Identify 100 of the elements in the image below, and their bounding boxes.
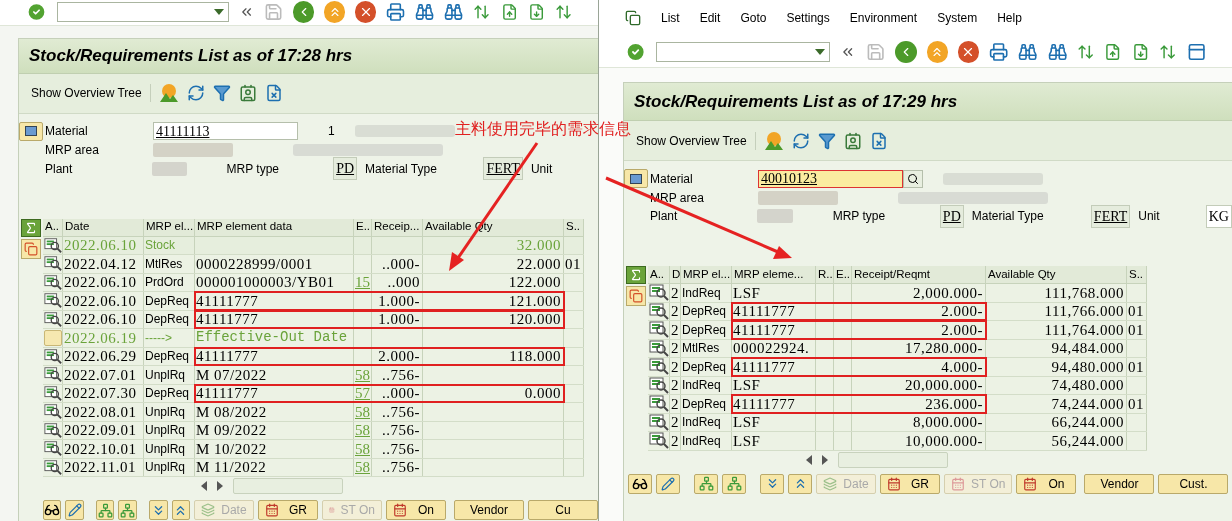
next-page-icon[interactable] bbox=[527, 3, 545, 22]
column-header[interactable]: Date bbox=[65, 218, 90, 236]
next-page-icon[interactable] bbox=[1131, 42, 1150, 61]
scrollbar-thumb[interactable] bbox=[838, 451, 948, 468]
details-icon[interactable] bbox=[44, 310, 62, 328]
details-icon[interactable] bbox=[44, 458, 62, 476]
hierarchy-up-icon[interactable] bbox=[694, 473, 718, 494]
details-icon[interactable] bbox=[44, 292, 62, 310]
details-icon[interactable] bbox=[44, 366, 62, 384]
details-icon[interactable] bbox=[649, 339, 669, 357]
details-icon[interactable] bbox=[649, 432, 669, 450]
select-icon[interactable] bbox=[624, 169, 648, 188]
document-icon[interactable] bbox=[264, 84, 283, 102]
new-session-icon[interactable] bbox=[1186, 41, 1206, 62]
details-icon[interactable] bbox=[649, 302, 669, 320]
glasses-icon[interactable] bbox=[628, 473, 652, 494]
document-icon[interactable] bbox=[869, 131, 888, 150]
menu-item[interactable]: Edit bbox=[699, 9, 721, 27]
glasses-icon[interactable] bbox=[43, 500, 62, 520]
hierarchy-up-icon[interactable] bbox=[96, 500, 115, 520]
column-header[interactable]: MRP el... bbox=[146, 218, 194, 236]
collapse-all-icon[interactable] bbox=[760, 473, 784, 494]
print-icon[interactable] bbox=[989, 41, 1009, 62]
column-header[interactable]: Receip... bbox=[374, 218, 420, 236]
material-field[interactable]: 41111113 bbox=[153, 122, 298, 140]
filter-icon[interactable] bbox=[817, 131, 836, 150]
pencil-icon[interactable] bbox=[65, 500, 84, 520]
column-header[interactable]: A.. bbox=[650, 265, 665, 284]
command-field[interactable] bbox=[57, 2, 229, 23]
sigma-icon[interactable] bbox=[626, 266, 646, 284]
toolbar-button[interactable]: Cust. bbox=[1158, 473, 1229, 494]
column-header[interactable]: MRP element data bbox=[197, 218, 293, 236]
contact-icon[interactable] bbox=[238, 84, 257, 102]
material-field[interactable]: 40010123 bbox=[758, 169, 903, 188]
refresh-icon[interactable] bbox=[186, 84, 205, 102]
pencil-icon[interactable] bbox=[656, 473, 680, 494]
details-icon[interactable] bbox=[649, 395, 669, 413]
scroll-left-icon[interactable] bbox=[806, 454, 812, 465]
collapse-all-icon[interactable] bbox=[149, 500, 168, 520]
column-header[interactable]: S.. bbox=[566, 218, 581, 236]
details-icon[interactable] bbox=[649, 413, 669, 431]
toolbar-button[interactable]: Vendor bbox=[453, 500, 524, 520]
column-header[interactable]: E.. bbox=[836, 265, 851, 284]
column-header[interactable]: MRP el... bbox=[683, 265, 731, 284]
marker-icon[interactable] bbox=[44, 329, 62, 346]
details-icon[interactable] bbox=[44, 347, 62, 365]
find-next-icon[interactable] bbox=[444, 2, 464, 23]
overview-tree-button[interactable]: Show Overview Tree bbox=[636, 131, 756, 150]
details-icon[interactable] bbox=[44, 236, 62, 254]
details-icon[interactable] bbox=[649, 284, 669, 302]
expand-all-icon[interactable] bbox=[171, 500, 190, 520]
back-icon[interactable] bbox=[895, 40, 917, 63]
graphic-icon[interactable] bbox=[158, 83, 179, 103]
filter-icon[interactable] bbox=[212, 84, 231, 102]
command-field[interactable] bbox=[656, 41, 831, 62]
details-icon[interactable] bbox=[649, 376, 669, 394]
menu-item[interactable]: Goto bbox=[740, 9, 767, 27]
scroll-right-icon[interactable] bbox=[217, 481, 223, 491]
scroll-left-icon[interactable] bbox=[201, 481, 207, 491]
previous-page-icon[interactable] bbox=[1104, 42, 1122, 61]
toolbar-button[interactable]: GR bbox=[257, 500, 318, 520]
details-icon[interactable] bbox=[44, 421, 62, 439]
column-header[interactable]: Available Qty bbox=[988, 265, 1056, 284]
hierarchy-down-icon[interactable] bbox=[118, 500, 137, 520]
sigma-icon[interactable] bbox=[21, 218, 41, 237]
details-icon[interactable] bbox=[44, 440, 62, 458]
back-icon[interactable] bbox=[293, 1, 315, 24]
overview-tree-button[interactable]: Show Overview Tree bbox=[31, 84, 151, 102]
menu-item[interactable]: List bbox=[661, 9, 680, 27]
details-icon[interactable] bbox=[44, 403, 62, 421]
scroll-right-icon[interactable] bbox=[822, 454, 828, 465]
toolbar-button[interactable]: On bbox=[1016, 473, 1077, 494]
toolbar-button[interactable]: On bbox=[385, 500, 446, 520]
details-icon[interactable] bbox=[44, 384, 62, 402]
toolbar-button[interactable]: Vendor bbox=[1084, 473, 1155, 494]
toolbar-button[interactable]: GR bbox=[880, 473, 940, 494]
menu-item[interactable]: Environment bbox=[849, 9, 918, 27]
toolbar-button[interactable]: Cu bbox=[527, 500, 598, 520]
graphic-icon[interactable] bbox=[763, 130, 784, 151]
refresh-icon[interactable] bbox=[791, 131, 810, 150]
column-header[interactable]: A.. bbox=[45, 218, 60, 236]
cancel-icon[interactable] bbox=[957, 40, 980, 63]
print-icon[interactable] bbox=[386, 2, 406, 23]
contact-icon[interactable] bbox=[843, 131, 862, 150]
previous-page-icon[interactable] bbox=[500, 3, 518, 22]
system-menu-icon[interactable] bbox=[625, 10, 641, 26]
details-icon[interactable] bbox=[44, 273, 62, 291]
menu-item[interactable]: Settings bbox=[786, 9, 830, 27]
find-icon[interactable] bbox=[415, 2, 435, 23]
details-icon[interactable] bbox=[44, 255, 62, 273]
column-header[interactable]: S.. bbox=[1129, 265, 1144, 284]
scrollbar-thumb[interactable] bbox=[233, 478, 343, 494]
cancel-icon[interactable] bbox=[355, 1, 377, 24]
select-icon[interactable] bbox=[19, 121, 43, 141]
find-icon[interactable] bbox=[1018, 41, 1038, 62]
column-header[interactable]: D bbox=[672, 265, 681, 284]
column-header[interactable]: R.. bbox=[818, 265, 833, 284]
expand-all-icon[interactable] bbox=[788, 473, 812, 494]
column-header[interactable]: E.. bbox=[356, 218, 371, 236]
column-header[interactable]: MRP eleme... bbox=[734, 265, 804, 284]
